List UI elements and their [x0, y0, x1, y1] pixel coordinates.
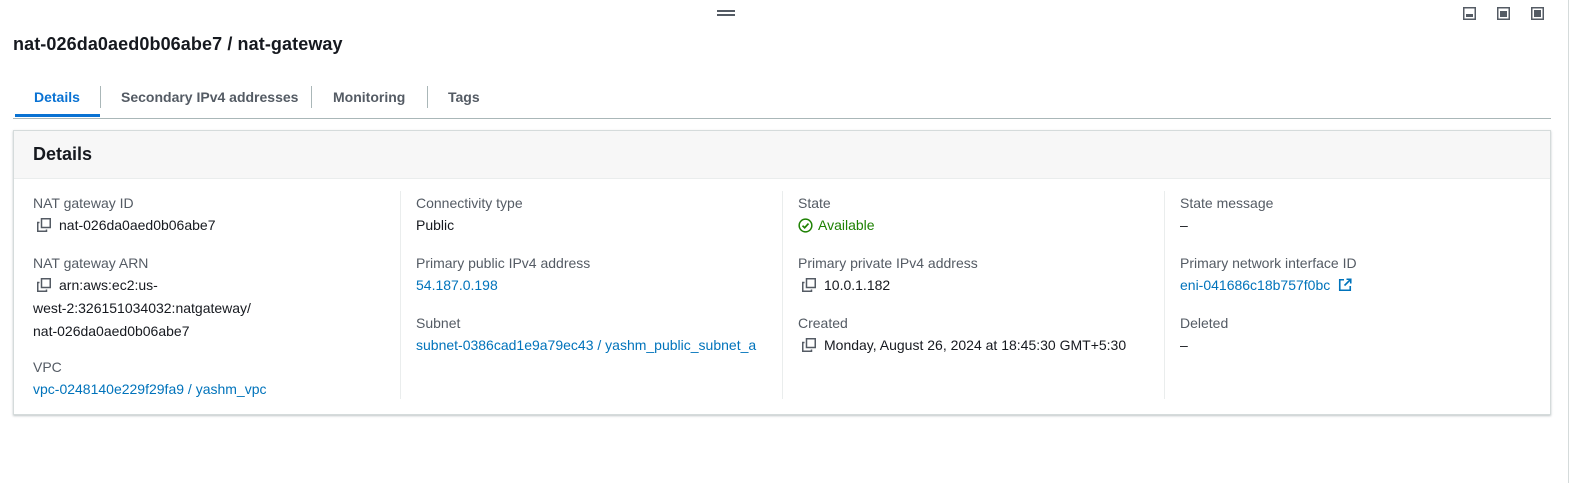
connectivity-type-field: Connectivity type Public	[416, 193, 776, 236]
subnet-field: Subnet subnet-0386cad1e9a79ec43 / yashm_…	[416, 313, 776, 356]
nat-gateway-arn-line2: west-2:326151034032:natgateway/	[33, 300, 251, 316]
tab-details[interactable]: Details	[34, 84, 80, 117]
subnet-link[interactable]: subnet-0386cad1e9a79ec43 / yashm_public_…	[416, 337, 756, 353]
copy-icon[interactable]	[802, 338, 816, 352]
public-ipv4-field: Primary public IPv4 address 54.187.0.198	[416, 253, 776, 296]
nat-gateway-arn-value: arn:aws:ec2:us-	[33, 274, 393, 296]
deleted-field: Deleted –	[1180, 313, 1540, 356]
tab-tags[interactable]: Tags	[448, 84, 480, 117]
tab-separator	[427, 86, 428, 108]
active-tab-indicator	[15, 114, 100, 117]
private-ipv4-field: Primary private IPv4 address 10.0.1.182	[798, 253, 1158, 296]
nat-gateway-arn-line3: nat-026da0aed0b06abe7	[33, 323, 190, 339]
details-column-2: Connectivity type Public Primary public …	[416, 191, 776, 401]
column-separator	[400, 191, 401, 399]
nat-gateway-id-text: nat-026da0aed0b06abe7	[59, 217, 216, 233]
state-message-value: –	[1180, 217, 1188, 233]
details-heading: Details	[33, 144, 93, 164]
view-bottom-icon[interactable]	[1463, 7, 1476, 20]
state-label: State	[798, 195, 831, 211]
created-label: Created	[798, 315, 848, 331]
tab-separator	[100, 86, 101, 108]
page-title: nat-026da0aed0b06abe7 / nat-gateway	[13, 34, 343, 54]
split-panel-topbar	[0, 0, 1569, 24]
created-text: Monday, August 26, 2024 at 18:45:30 GMT+…	[824, 337, 1127, 353]
public-ipv4-label: Primary public IPv4 address	[416, 255, 591, 271]
deleted-label: Deleted	[1180, 315, 1229, 331]
vpc-label: VPC	[33, 359, 62, 375]
details-column-4: State message – Primary network interfac…	[1180, 191, 1540, 401]
nat-gateway-id-field: NAT gateway ID nat-026da0aed0b06abe7	[33, 193, 393, 236]
nat-gateway-arn-field: NAT gateway ARN arn:aws:ec2:us- west-2:3…	[33, 253, 393, 342]
nat-gateway-arn-line1: arn:aws:ec2:us-	[59, 277, 158, 293]
network-interface-link[interactable]: eni-041686c18b757f0bc	[1180, 277, 1330, 293]
state-field: State Available	[798, 193, 1158, 239]
state-status: Available	[798, 214, 875, 236]
nat-gateway-arn-label: NAT gateway ARN	[33, 255, 149, 271]
copy-icon[interactable]	[37, 218, 51, 232]
state-message-field: State message –	[1180, 193, 1540, 236]
tab-secondary-ipv4[interactable]: Secondary IPv4 addresses	[121, 84, 298, 117]
tab-bar: Details Secondary IPv4 addresses Monitor…	[13, 84, 1551, 119]
nat-gateway-id-value: nat-026da0aed0b06abe7	[33, 214, 393, 236]
column-separator	[782, 191, 783, 399]
private-ipv4-text: 10.0.1.182	[824, 277, 891, 293]
vpc-field: VPC vpc-0248140e229f29fa9 / yashm_vpc	[33, 357, 393, 400]
status-available-icon	[798, 217, 813, 233]
network-interface-label: Primary network interface ID	[1180, 255, 1357, 271]
state-value: Available	[818, 217, 875, 233]
private-ipv4-label: Primary private IPv4 address	[798, 255, 978, 271]
public-ipv4-link[interactable]: 54.187.0.198	[416, 277, 498, 293]
subnet-label: Subnet	[416, 315, 461, 331]
private-ipv4-value: 10.0.1.182	[798, 274, 1158, 296]
details-column-1: NAT gateway ID nat-026da0aed0b06abe7 NAT…	[33, 191, 393, 401]
view-full-icon[interactable]	[1531, 7, 1544, 20]
network-interface-field: Primary network interface ID eni-041686c…	[1180, 253, 1540, 296]
details-header: Details	[14, 131, 1550, 179]
nat-gateway-id-label: NAT gateway ID	[33, 195, 134, 211]
vpc-link[interactable]: vpc-0248140e229f29fa9 / yashm_vpc	[33, 381, 267, 397]
connectivity-type-label: Connectivity type	[416, 195, 523, 211]
copy-icon[interactable]	[37, 278, 51, 292]
deleted-value: –	[1180, 337, 1188, 353]
external-link-icon[interactable]	[1338, 278, 1352, 292]
state-message-label: State message	[1180, 195, 1274, 211]
tab-separator	[311, 86, 312, 108]
created-field: Created Monday, August 26, 2024 at 18:45…	[798, 313, 1158, 356]
drag-handle-icon[interactable]	[717, 10, 735, 18]
created-value: Monday, August 26, 2024 at 18:45:30 GMT+…	[798, 334, 1158, 356]
column-separator	[1164, 191, 1165, 399]
details-container: Details NAT gateway ID nat-026da0aed0b06…	[13, 130, 1551, 415]
tab-monitoring[interactable]: Monitoring	[333, 84, 405, 117]
copy-icon[interactable]	[802, 278, 816, 292]
view-side-icon[interactable]	[1497, 7, 1510, 20]
view-mode-buttons	[1463, 7, 1544, 20]
connectivity-type-value: Public	[416, 217, 455, 233]
details-column-3: State Available Primary private IPv4 add…	[798, 191, 1158, 401]
